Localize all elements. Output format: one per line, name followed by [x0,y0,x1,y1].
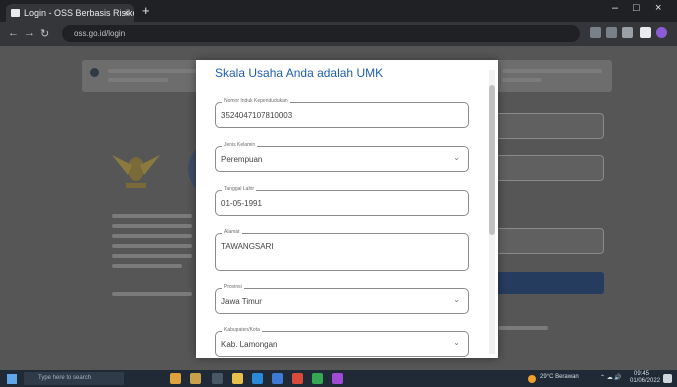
browser-tab-bar: Login - OSS Berbasis Risiko × + – □ × [0,0,677,22]
modal-title: Skala Usaha Anda adalah UMK [215,66,384,80]
sidebar-icon[interactable] [640,27,651,38]
login-input-bg [486,113,604,139]
address-value: TAWANGSARI [221,242,274,251]
birthdate-value: 01-05-1991 [221,199,262,208]
file-explorer-icon[interactable] [232,373,243,384]
province-select[interactable]: Provinsi Jawa Timur ⌄ [215,284,469,314]
avatar[interactable] [656,27,667,38]
chevron-down-icon[interactable]: ⌄ [453,153,460,162]
gender-label: Jenis Kelamin [222,142,258,148]
gender-value: Perempuan [221,155,263,164]
search-placeholder: Type here to search [38,375,92,381]
favicon-icon [11,9,20,17]
window-maximize-button[interactable]: □ [633,2,640,14]
weather-text[interactable]: 29°C Berawan [540,374,579,380]
regency-label: Kabupaten/Kota [222,327,262,333]
regency-select[interactable]: Kabupaten/Kota Kab. Lamongan ⌄ [215,327,469,357]
province-value: Jawa Timur [221,297,262,306]
new-tab-button[interactable]: + [142,4,150,18]
browser-toolbar: ← → ↻ oss.go.id/login [0,22,677,46]
nik-field[interactable]: Nomor Induk Kependudukan 352404710781000… [215,98,469,128]
task-view-icon[interactable] [212,373,223,384]
window-minimize-button[interactable]: – [612,2,618,14]
app-pinned-icon[interactable] [332,373,343,384]
browser-tab[interactable]: Login - OSS Berbasis Risiko × [6,4,134,22]
tray-icons[interactable]: ⌃ ☁ 🔊 [600,374,622,381]
app-icon[interactable] [190,373,201,384]
chevron-down-icon[interactable]: ⌄ [453,338,460,347]
password-input-bg [486,155,604,181]
back-icon[interactable]: ← [8,27,19,39]
url-text: oss.go.id/login [74,29,126,38]
store-icon[interactable] [272,373,283,384]
clock-date[interactable]: 01/06/2022 [630,378,660,384]
birthdate-label: Tanggal Lahir [222,186,257,192]
taskbar: Type here to search 29°C Berawan ⌃ ☁ 🔊 0… [0,370,677,387]
chrome-icon[interactable] [312,373,323,384]
window-close-button[interactable]: × [655,2,661,14]
captcha-input-bg [486,228,604,254]
province-label: Provinsi [222,284,244,290]
forward-icon[interactable]: → [24,27,35,39]
garuda-emblem-icon [112,155,160,188]
info-icon [90,68,99,77]
reload-icon[interactable]: ↻ [40,27,49,40]
windows-start-icon[interactable] [7,374,17,384]
news-icon[interactable] [170,373,181,384]
taskbar-search[interactable]: Type here to search [24,372,124,385]
address-label: Alamat [222,229,242,235]
edge-icon[interactable] [252,373,263,384]
bookmark-icon[interactable] [606,27,617,38]
modal-scrollbar-thumb[interactable] [489,85,495,235]
regency-value: Kab. Lamongan [221,340,278,349]
clock-time[interactable]: 09:45 [634,371,649,377]
extension-icon[interactable] [590,27,601,38]
nik-label: Nomor Induk Kependudukan [222,98,290,104]
weather-icon[interactable] [528,375,536,383]
login-button-bg [486,272,604,294]
umk-modal: Skala Usaha Anda adalah UMK Nomor Induk … [196,60,498,358]
profile-icon[interactable] [622,27,633,38]
tab-close-icon[interactable]: × [124,4,129,22]
address-bar[interactable]: oss.go.id/login [62,25,580,42]
nik-value: 3524047107810003 [221,111,293,120]
gender-select[interactable]: Jenis Kelamin Perempuan ⌄ [215,142,469,172]
chevron-down-icon[interactable]: ⌄ [453,295,460,304]
mail-icon[interactable] [292,373,303,384]
tab-title: Login - OSS Berbasis Risiko [24,8,134,18]
address-textarea[interactable]: Alamat TAWANGSARI [215,229,469,271]
notification-icon[interactable] [663,374,672,383]
birthdate-field[interactable]: Tanggal Lahir 01-05-1991 [215,186,469,216]
